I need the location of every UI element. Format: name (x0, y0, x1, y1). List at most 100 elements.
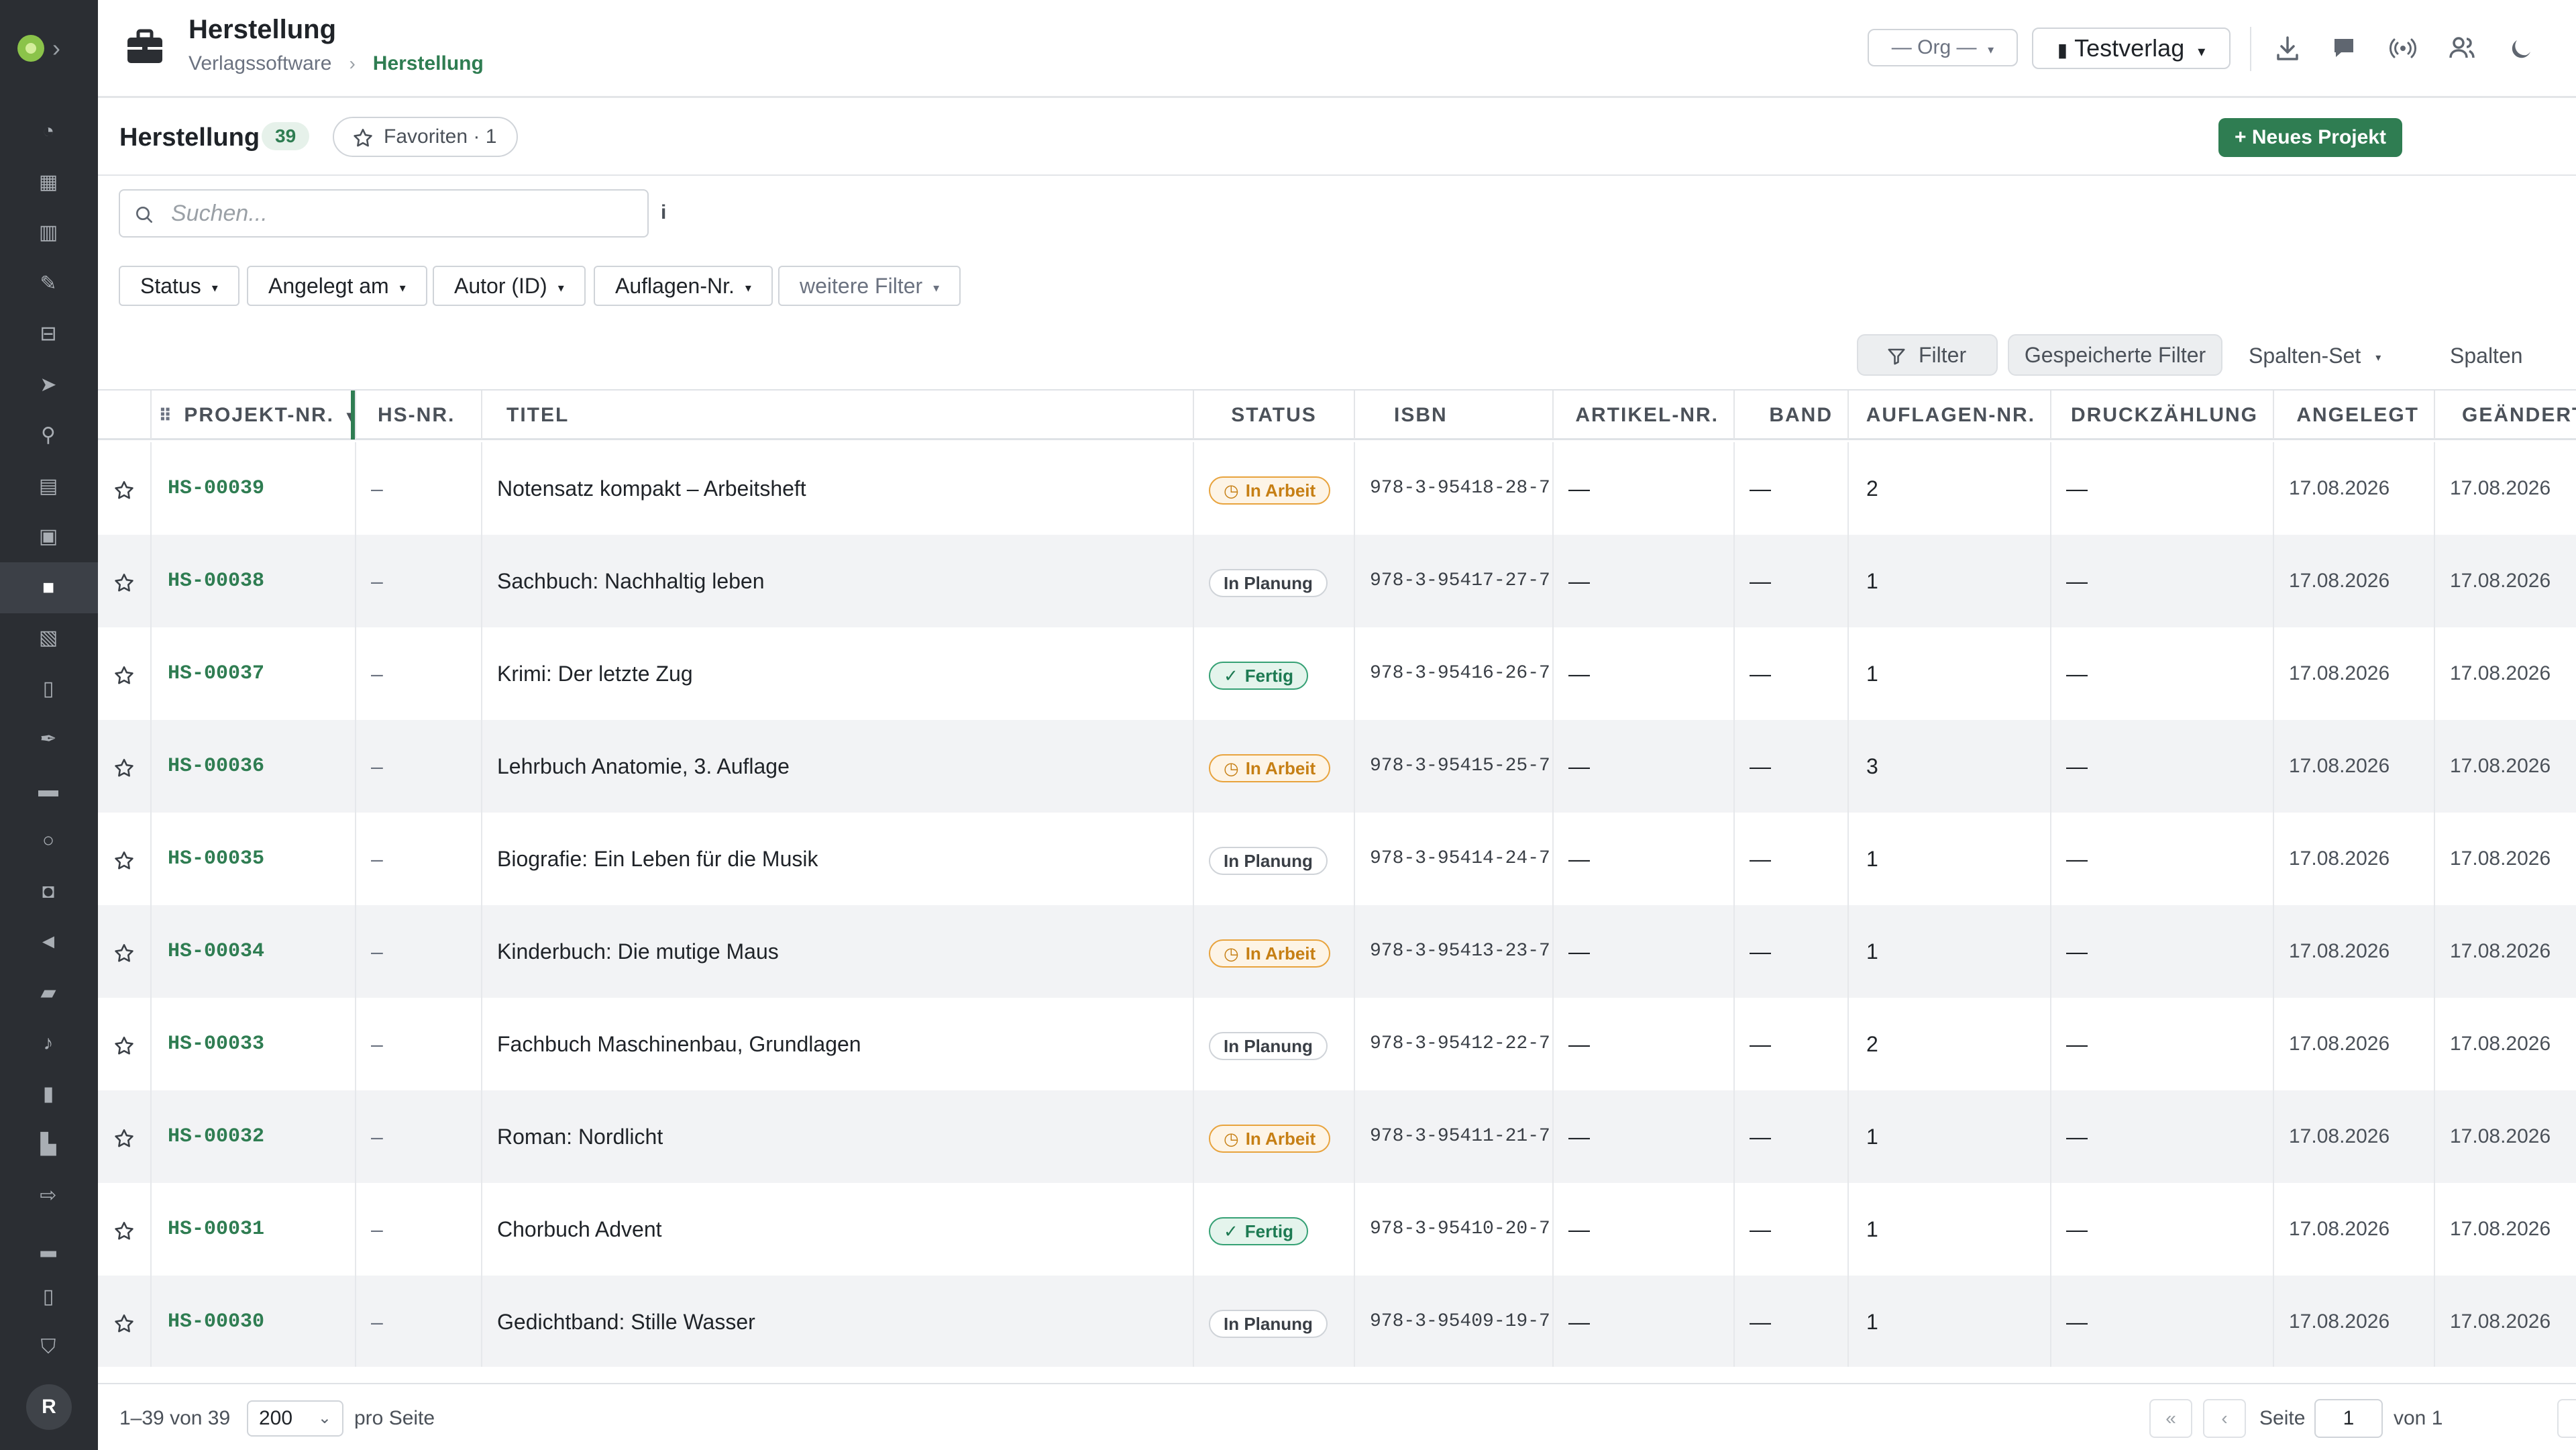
favorite-star-icon[interactable] (98, 627, 150, 720)
filter-chip-weitere-filter[interactable]: weitere Filter ▾ (778, 266, 961, 306)
dashboard-icon[interactable]: ◔ (36, 119, 60, 144)
broadcast-icon[interactable] (2385, 31, 2420, 66)
card-icon[interactable]: ▧ (36, 626, 60, 650)
table-row[interactable]: HS-00032– Roman: Nordlicht ◷ In Arbeit 978-3… (98, 1090, 2576, 1183)
favorite-star-icon[interactable] (98, 905, 150, 998)
briefcase-icon[interactable]: ■ (36, 576, 60, 600)
table-row[interactable]: HS-00033– Fachbuch Maschinenbau, Grundlag… (98, 998, 2576, 1090)
cell-pid[interactable]: HS-00032 (150, 1090, 355, 1183)
expand-sidebar-icon[interactable]: › (52, 34, 60, 63)
chart-icon[interactable]: ▂ (36, 1234, 60, 1258)
favorite-star-icon[interactable] (98, 1090, 150, 1183)
table-row[interactable]: HS-00034– Kinderbuch: Die mutige Maus ◷ In … (98, 905, 2576, 998)
lightbulb-icon[interactable]: ⚲ (36, 423, 60, 448)
header-angelegt[interactable]: ANGELEGT (2273, 391, 2434, 439)
publisher-select[interactable]: ▮ Testverlag ▾ (2032, 28, 2231, 69)
table-row[interactable]: HS-00037– Krimi: Der letzte Zug ✓ Fertig 978… (98, 627, 2576, 720)
header-projekt-nr[interactable]: ⠿PROJEKT-NR.▼ (150, 391, 351, 439)
header-geaendert[interactable]: GEÄNDERT (2434, 391, 2576, 439)
circle-icon[interactable]: ○ (36, 829, 60, 853)
header-isbn[interactable]: ISBN (1354, 391, 1552, 439)
header-status[interactable]: STATUS (1193, 391, 1354, 439)
cell-druck: — (2050, 1090, 2273, 1183)
cell-pid[interactable]: HS-00038 (150, 535, 355, 627)
chat-icon[interactable] (2326, 31, 2361, 66)
search-input[interactable] (171, 195, 634, 232)
inbox-icon[interactable]: ⊟ (36, 322, 60, 346)
filter-chip-auflagen-nr[interactable]: Auflagen-Nr. ▾ (594, 266, 773, 306)
favorite-star-icon[interactable] (98, 535, 150, 627)
board-icon[interactable]: ▥ (36, 221, 60, 245)
receipt-icon[interactable]: ▯ (36, 1285, 60, 1309)
logo-icon[interactable] (17, 35, 44, 62)
favorite-star-icon[interactable] (98, 998, 150, 1090)
download-icon[interactable] (2270, 31, 2305, 66)
megaphone-icon[interactable]: ◄ (36, 930, 60, 954)
info-icon[interactable]: i (661, 201, 666, 224)
breadcrumb-item-root[interactable]: Verlagssoftware (189, 52, 331, 75)
header-band[interactable]: BAND (1733, 391, 1847, 439)
shield-icon[interactable]: ⛉ (36, 1335, 60, 1359)
filter-chip-angelegt-am[interactable]: Angelegt am ▾ (247, 266, 427, 306)
feather-icon[interactable]: ✒ (36, 727, 60, 752)
filter-chip-autor-id[interactable]: Autor (ID) ▾ (433, 266, 586, 306)
table-row[interactable]: HS-00031– Chorbuch Advent ✓ Fertig 978-3-954… (98, 1183, 2576, 1276)
cell-pid[interactable]: HS-00037 (150, 627, 355, 720)
table-row[interactable]: HS-00035– Biografie: Ein Leben für die Mu… (98, 813, 2576, 905)
cell-pid[interactable]: HS-00031 (150, 1183, 355, 1276)
user-edit-icon[interactable]: ✎ (36, 272, 60, 296)
table-row[interactable]: HS-00039– Notensatz kompakt – Arbeitsheft… (98, 442, 2576, 535)
cell-pid[interactable]: HS-00030 (150, 1276, 355, 1367)
sort-desc-icon[interactable]: ▼ (343, 408, 351, 425)
bag-icon[interactable]: ◘ (36, 880, 60, 904)
calendar-icon[interactable]: ▦ (36, 170, 60, 195)
cell-pid[interactable]: HS-00034 (150, 905, 355, 998)
send-icon[interactable]: ➤ (36, 373, 60, 397)
book-icon[interactable]: ▯ (36, 677, 60, 701)
file-icon[interactable]: ▮ (36, 1082, 60, 1106)
header-druckzaehlung[interactable]: DRUCKZÄHLUNG (2050, 391, 2273, 439)
more-options-icon[interactable]: ··· (2567, 115, 2576, 153)
filter-button[interactable]: Filter (1857, 334, 1998, 376)
library-icon[interactable]: ▤ (36, 474, 60, 499)
prev-page-button[interactable]: ‹ (2203, 1399, 2246, 1438)
breadcrumb-item-current[interactable]: Herstellung (373, 52, 484, 75)
header-artikel-nr[interactable]: ARTIKEL-NR. (1552, 391, 1733, 439)
cell-pid[interactable]: HS-00033 (150, 998, 355, 1090)
new-project-button[interactable]: + Neues Projekt (2218, 118, 2402, 157)
favorite-star-icon[interactable] (98, 442, 150, 535)
image-icon[interactable]: ▣ (36, 525, 60, 549)
avatar[interactable]: R (26, 1384, 72, 1430)
column-set-select[interactable]: Spalten-Set ▾ (2249, 344, 2381, 368)
table-row[interactable]: HS-00036– Lehrbuch Anatomie, 3. Auflage ◷ I… (98, 720, 2576, 813)
header-hs-nr[interactable]: HS-NR. (355, 391, 481, 439)
cell-pid[interactable]: HS-00036 (150, 720, 355, 813)
favorites-button[interactable]: Favoriten · 1 (333, 117, 519, 157)
users-icon[interactable] (2445, 31, 2479, 66)
header-auflagen-nr[interactable]: AUFLAGEN-NR. (1847, 391, 2050, 439)
columns-button[interactable]: Spalten (2450, 344, 2523, 368)
store-icon[interactable]: ▙ (36, 1133, 60, 1157)
next-page-button[interactable]: › (2557, 1399, 2576, 1438)
page-size-select[interactable]: 200 ⌄ (247, 1400, 343, 1437)
header-titel[interactable]: TITEL (481, 391, 1193, 439)
moon-icon[interactable] (2504, 31, 2538, 66)
cell-pid[interactable]: HS-00039 (150, 442, 355, 535)
drag-handle-icon[interactable]: ⠿ (158, 405, 172, 425)
music-icon[interactable]: ♪ (36, 1031, 60, 1055)
table-row[interactable]: HS-00038– Sachbuch: Nachhaltig leben In Pl… (98, 535, 2576, 627)
favorite-star-icon[interactable] (98, 813, 150, 905)
page-number-input[interactable]: 1 (2314, 1399, 2383, 1438)
favorite-star-icon[interactable] (98, 1183, 150, 1276)
org-select[interactable]: — Org — ▾ (1868, 29, 2018, 66)
favorite-star-icon[interactable] (98, 1276, 150, 1367)
truck-icon[interactable]: ▬ (36, 778, 60, 802)
saved-filters-button[interactable]: Gespeicherte Filter (2008, 334, 2222, 376)
cell-pid[interactable]: HS-00035 (150, 813, 355, 905)
first-page-button[interactable]: « (2149, 1399, 2192, 1438)
favorite-star-icon[interactable] (98, 720, 150, 813)
table-row[interactable]: HS-00030– Gedichtband: Stille Wasser In Pl… (98, 1276, 2576, 1367)
transfer-icon[interactable]: ⇨ (36, 1184, 60, 1208)
filter-chip-status[interactable]: Status ▾ (119, 266, 239, 306)
ticket-icon[interactable]: ▰ (36, 981, 60, 1005)
